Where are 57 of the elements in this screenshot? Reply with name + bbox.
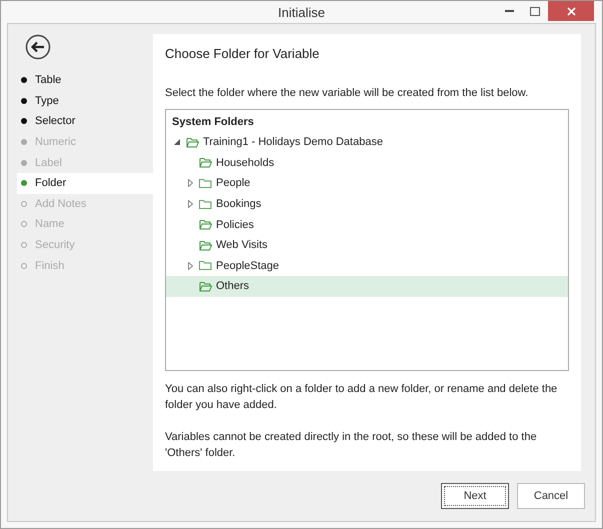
dialog-button[interactable]: Next <box>441 483 509 509</box>
status-dot-icon <box>21 200 27 207</box>
tree-header: System Folders <box>171 115 255 130</box>
note-text: You can also right-click on a folder to add a new folder, or rename and delete the folder you have added. <box>165 382 558 413</box>
step-label: Finish <box>35 260 64 272</box>
close-button[interactable] <box>548 1 594 21</box>
wizard-step[interactable]: Type <box>17 90 153 112</box>
folder-icon <box>199 178 212 189</box>
folder-icon <box>199 198 212 210</box>
step-label: Label <box>35 156 62 169</box>
tree-item[interactable]: People <box>166 173 568 194</box>
back-icon[interactable] <box>25 34 51 60</box>
open-folder-icon <box>199 219 212 230</box>
wizard-step[interactable]: Selector <box>17 111 153 132</box>
note-text: Variables cannot be created directly in the root, so these will be added to the 'Others' folder. <box>165 430 538 461</box>
status-dot-icon <box>21 118 27 124</box>
status-dot-icon <box>21 262 27 269</box>
step-label: Table <box>35 74 62 86</box>
collapsed-arrow-icon[interactable] <box>188 262 192 270</box>
status-dot-icon <box>21 221 27 228</box>
page-heading: Choose Folder for Variable <box>165 46 320 61</box>
status-dot-icon <box>21 139 27 146</box>
tree-item[interactable]: Households <box>166 152 568 174</box>
tree-item[interactable]: Web Visits <box>166 234 568 256</box>
status-dot-icon <box>21 77 27 84</box>
tree-item[interactable]: Bookings <box>166 194 568 214</box>
step-label: Add Notes <box>35 198 86 210</box>
open-folder-icon <box>199 240 212 251</box>
maximize-icon <box>530 6 540 16</box>
wizard-step[interactable]: Folder <box>17 172 153 194</box>
open-folder-icon <box>186 136 199 148</box>
expanded-arrow-icon[interactable] <box>174 139 180 146</box>
step-label: Selector <box>35 115 76 128</box>
wizard-step[interactable]: Table <box>17 70 153 91</box>
step-label: Folder <box>35 177 66 190</box>
minimize-icon <box>504 10 514 12</box>
collapsed-arrow-icon[interactable] <box>188 179 192 188</box>
tree-item[interactable]: Training1 - Holidays Demo Database <box>166 132 568 153</box>
step-label: Name <box>35 218 64 230</box>
tree-item[interactable]: PeopleStage <box>166 256 568 276</box>
step-label: Numeric <box>35 136 76 148</box>
folder-icon <box>199 260 212 272</box>
status-dot-icon <box>21 160 27 166</box>
collapsed-arrow-icon[interactable] <box>188 200 192 208</box>
instruction-text: Select the folder where the new variable will be created from the list below. <box>165 86 530 101</box>
status-dot-icon <box>21 180 27 186</box>
window-title: Initialise <box>278 4 325 20</box>
dialog-button[interactable]: Cancel <box>517 483 585 509</box>
tree-item[interactable]: Policies <box>166 214 568 235</box>
step-label: Type <box>35 94 59 107</box>
status-dot-icon <box>21 98 27 104</box>
open-folder-icon <box>199 157 212 168</box>
status-dot-icon <box>21 242 27 248</box>
close-icon <box>566 6 576 16</box>
step-label: Security <box>35 239 75 252</box>
open-folder-icon <box>199 280 212 292</box>
tree-item[interactable]: Others <box>166 276 568 297</box>
